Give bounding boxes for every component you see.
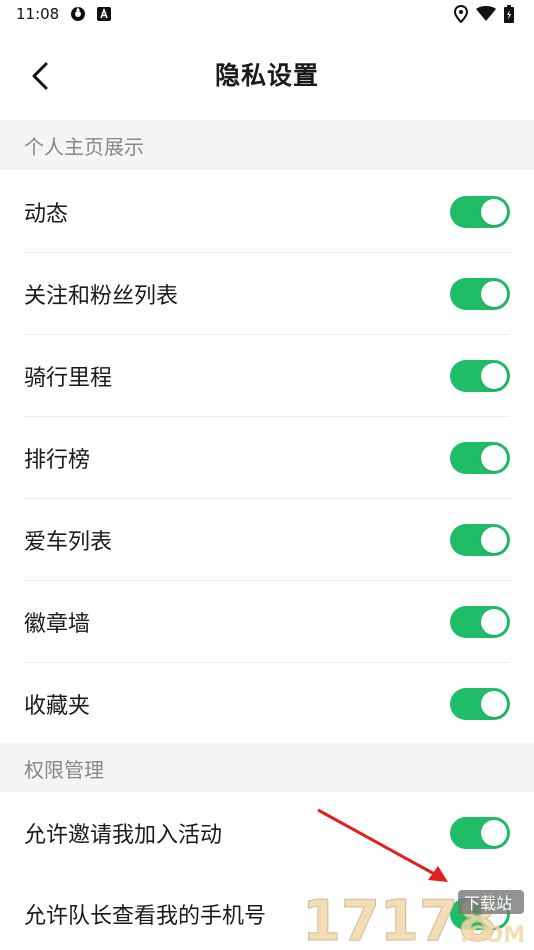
- setting-row-favorites: 收藏夹: [0, 663, 534, 745]
- setting-label: 排行榜: [24, 448, 91, 473]
- page-title: 隐私设置: [214, 61, 319, 90]
- setting-label: 关注和粉丝列表: [24, 284, 179, 309]
- setting-label: 动态: [24, 202, 69, 227]
- toggle-knob: [481, 820, 507, 846]
- sync-icon: [69, 5, 87, 23]
- setting-label: 骑行里程: [24, 366, 113, 391]
- wifi-icon: [476, 6, 496, 22]
- setting-row-leaderboard: 排行榜: [0, 417, 534, 499]
- toggle-knob: [481, 527, 507, 553]
- status-left: 11:08: [16, 5, 112, 23]
- chevron-left-icon: [32, 62, 48, 90]
- setting-label: 允许邀请我加入活动: [24, 823, 223, 848]
- toggle-switch-car-list[interactable]: [450, 524, 510, 556]
- notification-a-icon: [97, 7, 112, 21]
- setting-row-riding-mileage: 骑行里程: [0, 335, 534, 417]
- toggle-switch-badge-wall[interactable]: [450, 606, 510, 638]
- toggle-knob: [481, 691, 507, 717]
- status-right: [454, 5, 514, 23]
- section-header-permission-management: 权限管理: [0, 743, 534, 793]
- toggle-switch-follow-fans-list[interactable]: [450, 278, 510, 310]
- toggle-knob: [481, 199, 507, 225]
- toggle-knob: [481, 445, 507, 471]
- svg-text:下载站: 下载站: [464, 894, 512, 913]
- location-icon: [454, 5, 468, 23]
- setting-label: 徽章墙: [24, 612, 91, 637]
- toggle-knob: [481, 281, 507, 307]
- toggle-knob: [481, 609, 507, 635]
- setting-row-dynamics: 动态: [0, 171, 534, 253]
- setting-row-follow-fans-list: 关注和粉丝列表: [0, 253, 534, 335]
- status-time: 11:08: [16, 5, 60, 23]
- svg-text:.COM: .COM: [460, 923, 525, 946]
- back-button[interactable]: [22, 58, 58, 94]
- toggle-switch-leaderboard[interactable]: [450, 442, 510, 474]
- red-arrow-icon: [317, 808, 448, 882]
- status-bar: 11:08: [0, 0, 534, 28]
- watermark-logo: 17178 下载站 .COM: [302, 889, 526, 947]
- setting-row-badge-wall: 徽章墙: [0, 581, 534, 663]
- setting-label: 爱车列表: [24, 530, 113, 555]
- battery-icon: [504, 5, 514, 23]
- toggle-knob: [481, 363, 507, 389]
- toggle-switch-dynamics[interactable]: [450, 196, 510, 228]
- setting-label: 收藏夹: [24, 694, 91, 719]
- setting-row-car-list: 爱车列表: [0, 499, 534, 581]
- section-header-profile-display: 个人主页展示: [0, 120, 534, 170]
- toggle-switch-favorites[interactable]: [450, 688, 510, 720]
- app-header: 隐私设置: [0, 28, 534, 120]
- toggle-switch-riding-mileage[interactable]: [450, 360, 510, 392]
- setting-label: 允许队长查看我的手机号: [24, 904, 267, 929]
